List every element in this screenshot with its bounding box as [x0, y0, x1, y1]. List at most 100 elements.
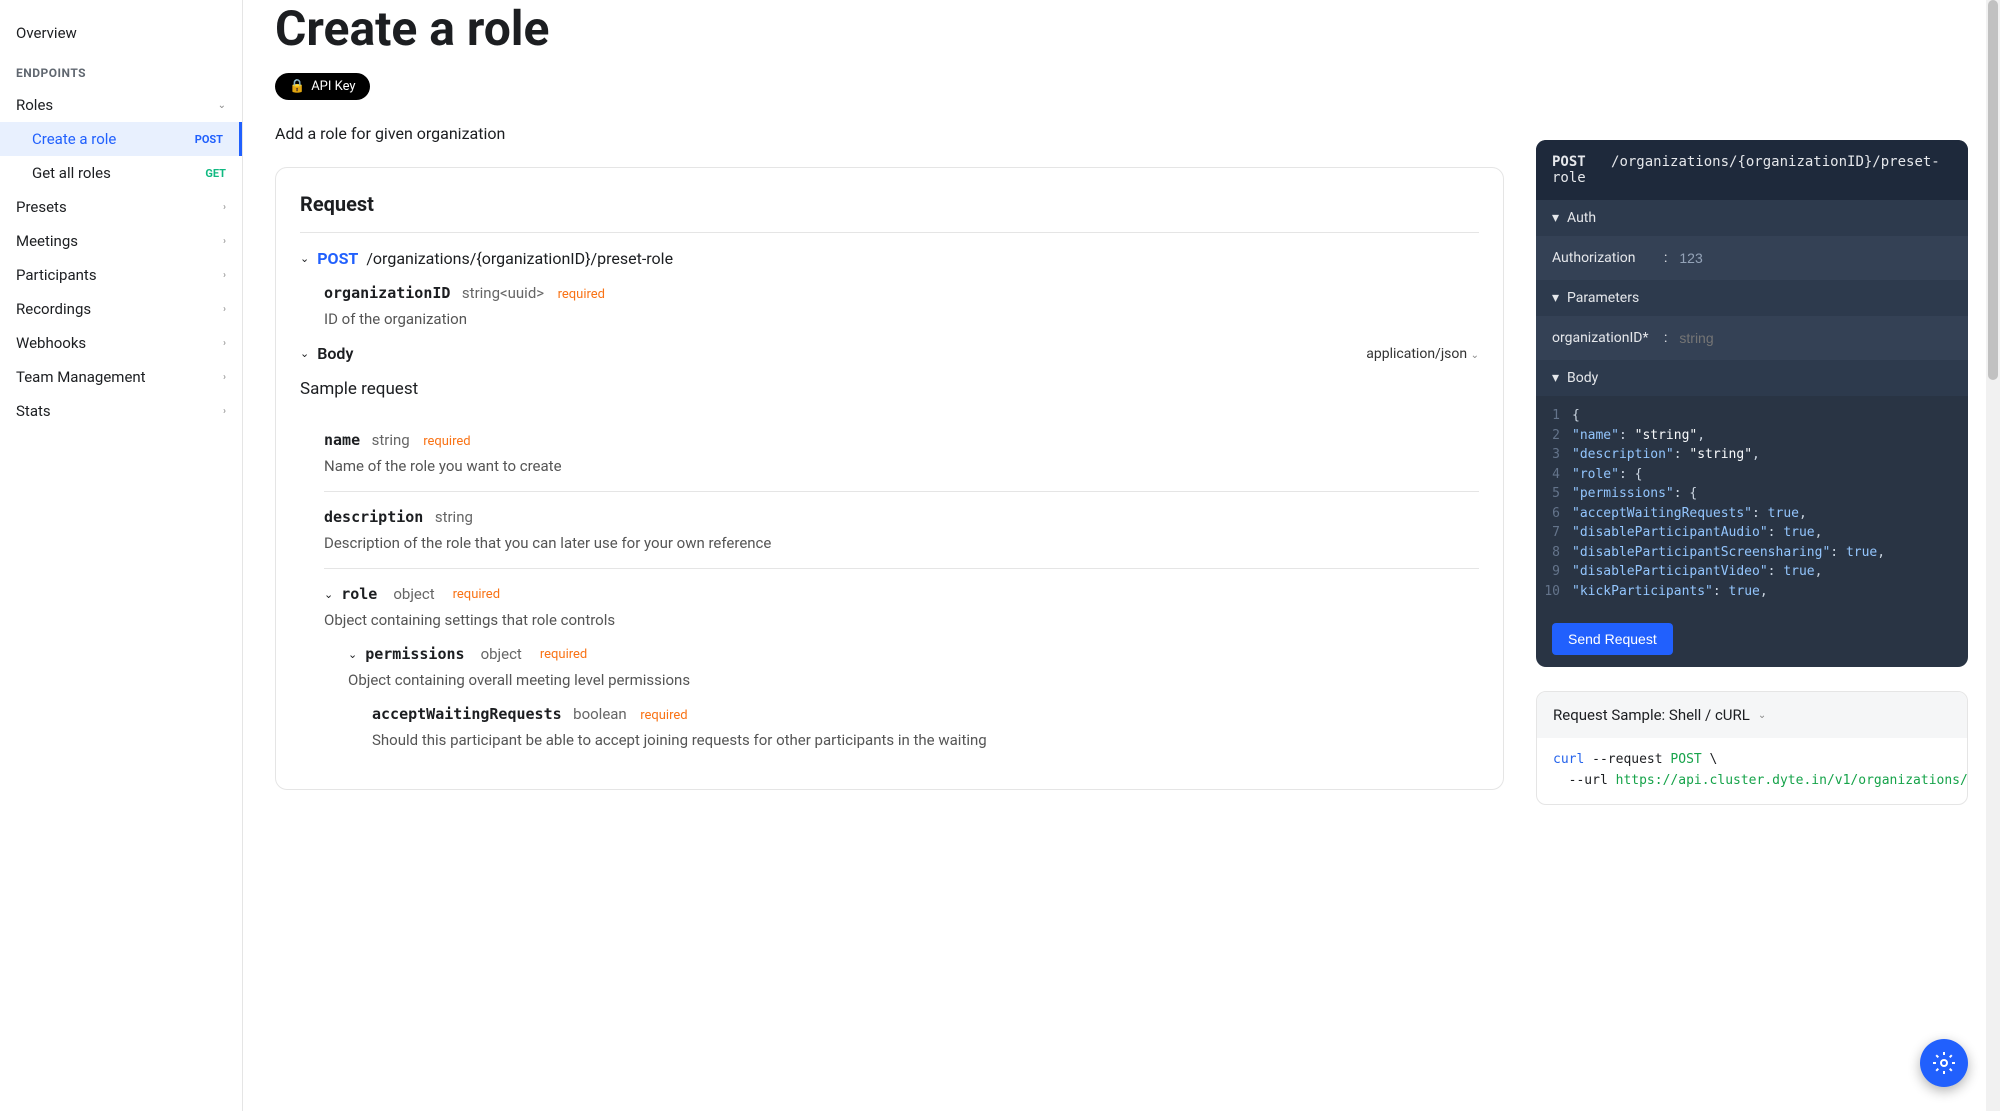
try-body-label: Body	[1567, 370, 1598, 386]
send-request-button[interactable]: Send Request	[1552, 623, 1673, 655]
app-root: Overview ENDPOINTS Roles ⌄ Create a role…	[0, 0, 2000, 1111]
nav-label: Webhooks	[16, 334, 86, 352]
main-content: Create a role 🔒 API Key Add a role for g…	[243, 0, 2000, 1111]
sidebar-item-recordings[interactable]: Recordings ›	[0, 292, 242, 326]
param-type: string<uuid>	[462, 284, 544, 302]
param-description: Object containing overall meeting level …	[348, 671, 1479, 689]
sidebar-item-participants[interactable]: Participants ›	[0, 258, 242, 292]
sidebar-item-create-role[interactable]: Create a role POST	[0, 122, 242, 156]
nav-label: Presets	[16, 198, 67, 216]
param-description: Object containing settings that role con…	[324, 611, 1479, 629]
sidebar-item-webhooks[interactable]: Webhooks ›	[0, 326, 242, 360]
sidebar-item-get-roles[interactable]: Get all roles GET	[0, 156, 242, 190]
caret-down-icon: ⌄	[300, 252, 309, 265]
chevron-down-icon: ⌄	[1758, 710, 1766, 721]
nav-label: Stats	[16, 402, 51, 420]
try-params-label: Parameters	[1567, 290, 1639, 306]
caret-down-icon[interactable]: ⌄	[348, 648, 357, 661]
chevron-down-icon: ⌄	[1471, 350, 1479, 361]
sidebar-section-label: ENDPOINTS	[0, 50, 242, 88]
scrollbar-thumb[interactable]	[1988, 0, 1998, 380]
send-wrap: Send Request	[1536, 611, 1968, 667]
endpoint-path: /organizations/{organizationID}/preset-r…	[366, 249, 673, 268]
chevron-right-icon: ›	[223, 406, 226, 417]
request-sample-panel: Request Sample: Shell / cURL ⌄ curl --re…	[1536, 691, 1968, 805]
doc-column: Add a role for given organization Reques…	[275, 124, 1504, 814]
content-type-select[interactable]: application/json ⌄	[1366, 346, 1479, 362]
field-name: name string required Name of the role yo…	[324, 415, 1479, 492]
try-path	[1594, 154, 1611, 170]
chevron-right-icon: ›	[223, 236, 226, 247]
method-badge: GET	[205, 167, 226, 180]
param-name: acceptWaitingRequests	[372, 705, 562, 723]
nested-permissions: ⌄ permissions object required Object con…	[324, 645, 1479, 749]
nested-accept-waiting: acceptWaitingRequests boolean required S…	[348, 705, 1479, 749]
field-description: description string Description of the ro…	[324, 492, 1479, 569]
try-params-section[interactable]: ▾ Parameters	[1536, 280, 1968, 316]
curl-flag: --request	[1592, 752, 1662, 767]
lock-icon: 🔒	[289, 79, 305, 94]
caret-down-icon: ▾	[1552, 210, 1559, 226]
param-name: role	[341, 585, 377, 603]
content-type-value: application/json	[1366, 346, 1467, 362]
try-body-section[interactable]: ▾ Body	[1536, 360, 1968, 396]
body-label: Body	[317, 344, 353, 363]
chevron-right-icon: ›	[223, 338, 226, 349]
sample-header[interactable]: Request Sample: Shell / cURL ⌄	[1537, 692, 1967, 738]
param-type: object	[393, 585, 434, 603]
param-name: description	[324, 508, 423, 526]
colon: :	[1664, 250, 1667, 266]
chevron-right-icon: ›	[223, 372, 226, 383]
page-title: Create a role	[275, 0, 1968, 57]
try-auth-key: Authorization	[1552, 250, 1652, 266]
http-method: POST	[317, 249, 358, 268]
nav-label: Participants	[16, 266, 97, 284]
required-tag: required	[453, 587, 500, 602]
page-description: Add a role for given organization	[275, 124, 1504, 143]
param-description: ID of the organization	[324, 310, 1479, 328]
endpoint-row[interactable]: ⌄ POST /organizations/{organizationID}/p…	[300, 249, 1479, 268]
sample-heading: Request Sample: Shell / cURL	[1553, 706, 1750, 724]
param-description: Description of the role that you can lat…	[324, 534, 1479, 552]
sidebar-item-roles[interactable]: Roles ⌄	[0, 88, 242, 122]
field-role: ⌄ role object required Object containing…	[324, 569, 1479, 765]
try-param-row: organizationID* :	[1536, 316, 1968, 360]
param-type: string	[435, 508, 473, 526]
nav-label: Recordings	[16, 300, 91, 318]
method-badge: POST	[195, 133, 223, 146]
settings-fab[interactable]	[1920, 1039, 1968, 1087]
gear-icon	[1932, 1051, 1956, 1075]
sidebar-item-meetings[interactable]: Meetings ›	[0, 224, 242, 258]
caret-down-icon[interactable]: ⌄	[324, 588, 333, 601]
path-param-block: organizationID string<uuid> required ID …	[300, 284, 1479, 328]
required-tag: required	[640, 708, 687, 723]
curl-flag: --url	[1569, 773, 1608, 788]
json-editor[interactable]: 1{2 "name": "string",3 "description": "s…	[1536, 396, 1968, 611]
sidebar-item-stats[interactable]: Stats ›	[0, 394, 242, 428]
request-heading: Request	[300, 192, 1479, 233]
scrollbar-track[interactable]	[1986, 0, 2000, 1111]
nav-label: Get all roles	[32, 164, 111, 182]
try-it-panel: POST /organizations/{organizationID}/pre…	[1536, 140, 1968, 667]
chevron-right-icon: ›	[223, 270, 226, 281]
chevron-right-icon: ›	[223, 304, 226, 315]
nav-label: Roles	[16, 96, 53, 114]
authorization-input[interactable]	[1679, 250, 1860, 266]
param-description: Name of the role you want to create	[324, 457, 1479, 475]
caret-down-icon: ⌄	[300, 347, 309, 360]
curl-cmd: curl	[1553, 752, 1584, 767]
param-type: string	[372, 431, 410, 449]
try-auth-section[interactable]: ▾ Auth	[1536, 200, 1968, 236]
param-type: boolean	[573, 705, 627, 723]
organization-id-input[interactable]	[1679, 330, 1860, 346]
sidebar-item-presets[interactable]: Presets ›	[0, 190, 242, 224]
sidebar-overview[interactable]: Overview	[0, 16, 242, 50]
body-row[interactable]: ⌄ Body application/json ⌄	[300, 344, 1479, 363]
colon: :	[1664, 330, 1667, 346]
body-fields: name string required Name of the role yo…	[300, 415, 1479, 765]
auth-badge-label: API Key	[311, 79, 355, 94]
try-method: POST	[1552, 154, 1586, 170]
param-name: organizationID	[324, 284, 450, 302]
sidebar-item-team-management[interactable]: Team Management ›	[0, 360, 242, 394]
try-column: POST /organizations/{organizationID}/pre…	[1536, 124, 1968, 814]
